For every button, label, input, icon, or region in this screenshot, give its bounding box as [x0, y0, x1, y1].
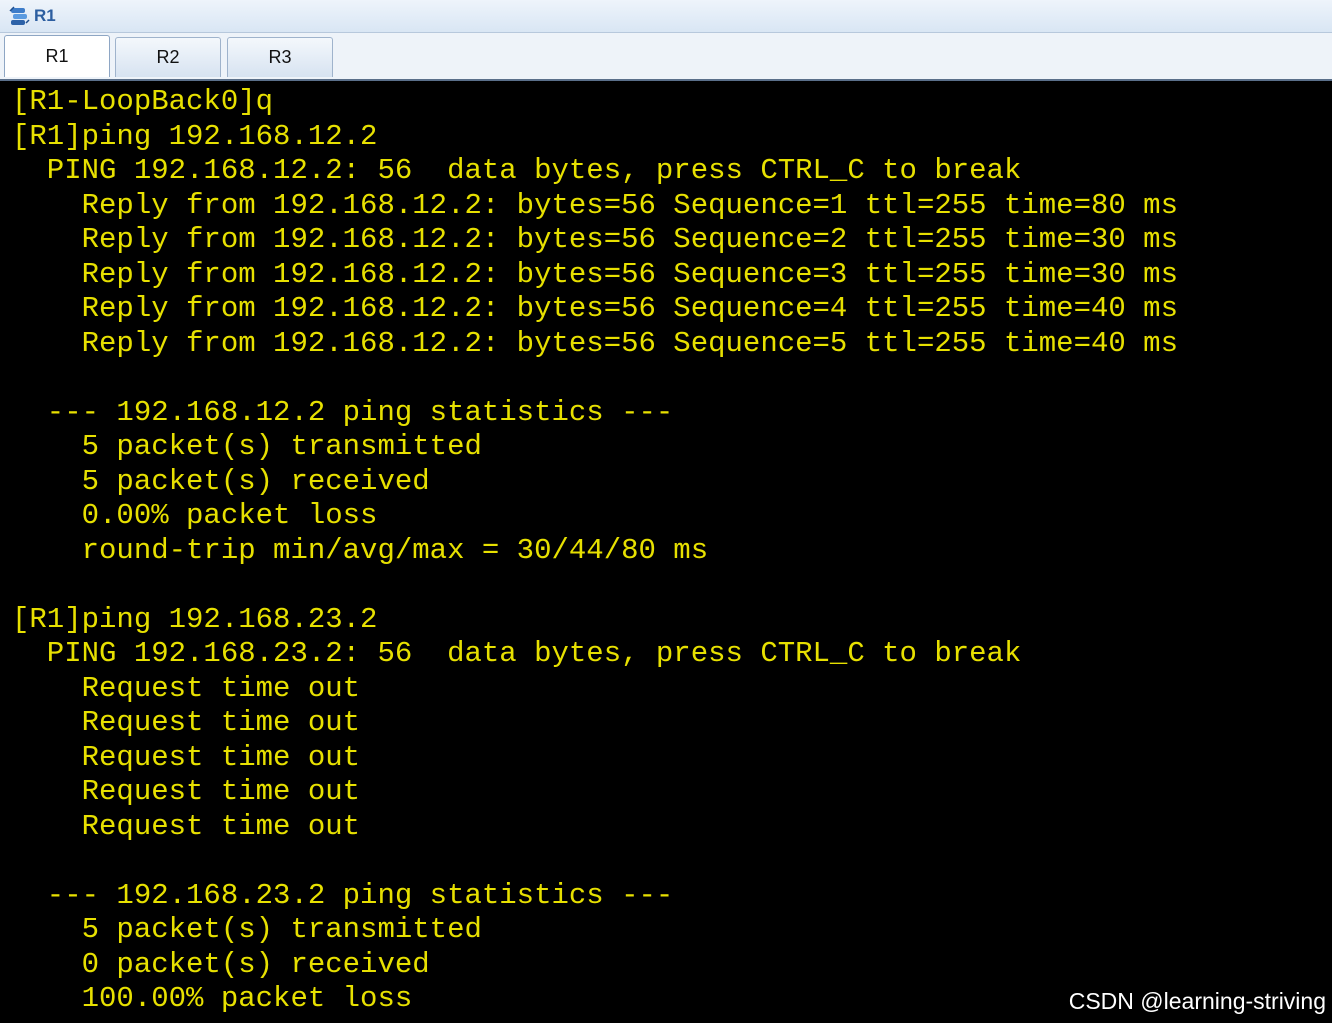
- terminal-line: --- 192.168.23.2 ping statistics ---: [12, 878, 674, 912]
- title-bar: R1: [0, 0, 1332, 33]
- terminal-line: Reply from 192.168.12.2: bytes=56 Sequen…: [12, 326, 1178, 360]
- tab-r1[interactable]: R1: [4, 35, 110, 77]
- terminal-line: PING 192.168.12.2: 56 data bytes, press …: [12, 154, 1022, 187]
- tab-r3[interactable]: R3: [227, 37, 333, 77]
- tab-bar: R1 R2 R3: [0, 33, 1332, 81]
- terminal-line: Reply from 192.168.12.2: bytes=56 Sequen…: [12, 223, 1178, 256]
- terminal-line: [R1]ping 192.168.12.2: [12, 119, 378, 153]
- terminal-line: --- 192.168.12.2 ping statistics ---: [12, 395, 674, 429]
- terminal-line: Reply from 192.168.12.2: bytes=56 Sequen…: [12, 257, 1178, 291]
- tab-r2[interactable]: R2: [115, 37, 221, 77]
- terminal-line: 5 packet(s) transmitted: [12, 430, 482, 463]
- terminal-line: PING 192.168.23.2: 56 data bytes, press …: [12, 637, 1022, 670]
- terminal-line: Request time out: [12, 706, 361, 739]
- terminal-line: Request time out: [12, 775, 361, 808]
- terminal-line: 5 packet(s) transmitted: [12, 913, 482, 946]
- terminal-line: 5 packet(s) received: [12, 464, 430, 498]
- terminal-line: 0 packet(s) received: [12, 947, 430, 981]
- terminal-line: Request time out: [12, 740, 361, 774]
- terminal-line: Reply from 192.168.12.2: bytes=56 Sequen…: [12, 292, 1178, 325]
- console-window: R1 R1 R2 R3 [R1-LoopBack0]q [R1]ping 192…: [0, 0, 1332, 1023]
- terminal-line: Request time out: [12, 671, 361, 705]
- terminal-line: [R1]ping 192.168.23.2: [12, 602, 378, 636]
- watermark: CSDN @learning-striving: [1068, 988, 1326, 1014]
- terminal-line: 0.00% packet loss: [12, 499, 378, 532]
- terminal-line: Request time out: [12, 809, 361, 843]
- terminal-line: Reply from 192.168.12.2: bytes=56 Sequen…: [12, 188, 1178, 222]
- router-console-icon: [9, 6, 30, 25]
- window-title: R1: [34, 6, 56, 25]
- terminal-line: [R1-LoopBack0]q: [12, 85, 274, 118]
- terminal-line: round-trip min/avg/max = 30/44/80 ms: [12, 533, 709, 567]
- terminal-output[interactable]: [R1-LoopBack0]q [R1]ping 192.168.12.2 PI…: [0, 81, 1332, 1023]
